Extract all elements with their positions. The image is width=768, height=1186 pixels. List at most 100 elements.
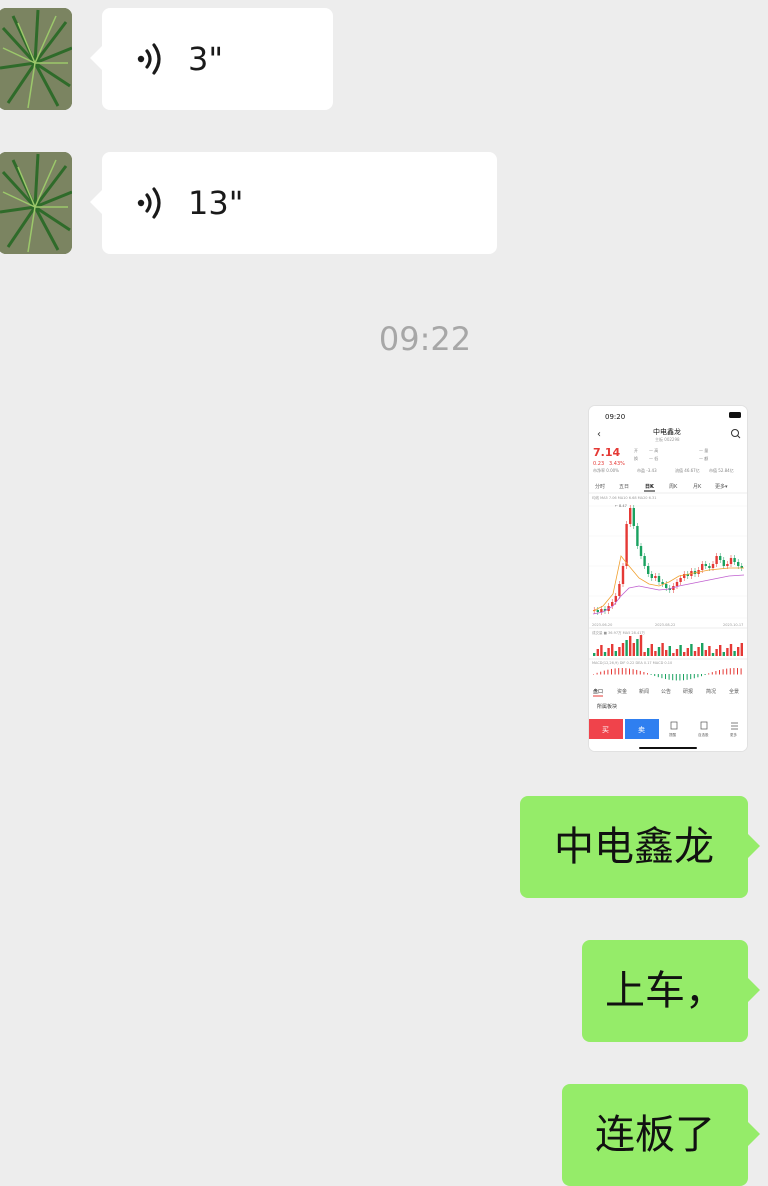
candle-body [675, 582, 679, 586]
macd-bar [632, 669, 634, 675]
volume-bar [726, 648, 729, 656]
volume-bar [715, 649, 718, 656]
sent-message-bubble[interactable]: 连板了 [562, 1084, 760, 1186]
macd-bar [639, 670, 641, 675]
svg-text:— 额: — 额 [699, 455, 708, 461]
candle-body [661, 582, 664, 584]
candle-body [596, 610, 599, 612]
stock-name: 中电鑫龙 [653, 427, 681, 436]
candle-body [600, 609, 603, 612]
macd-bar [715, 671, 717, 675]
volume-bar [675, 649, 679, 656]
macd-bar [701, 674, 702, 677]
svg-text:新闻: 新闻 [639, 688, 649, 695]
svg-text:‹: ‹ [597, 429, 601, 440]
volume-bar [740, 643, 743, 656]
macd-bar [650, 674, 652, 675]
macd-bar [740, 668, 742, 675]
macd-bar [697, 674, 699, 678]
sent-message-bubble[interactable]: 上车， [582, 940, 760, 1042]
svg-text:日K: 日K [645, 483, 655, 490]
volume-bar [600, 645, 603, 656]
macd-bar [600, 671, 602, 675]
volume-bar [621, 643, 625, 656]
volume-bar [625, 640, 628, 656]
candle-body [632, 508, 635, 526]
plant-avatar-image [0, 152, 72, 254]
volume-bar [704, 650, 707, 656]
macd-bar [665, 674, 666, 680]
macd-bar [686, 674, 688, 680]
volume-bar [639, 635, 643, 656]
volume-bar [711, 653, 715, 656]
sent-message-bubble[interactable]: 中电鑫龙 [520, 796, 760, 898]
volume-bar [654, 651, 657, 656]
svg-text:2023-08-22: 2023-08-22 [655, 623, 675, 627]
volume-bar [683, 652, 686, 656]
volume-bar [618, 647, 621, 656]
volume-bar [737, 647, 740, 656]
candle-body [650, 574, 653, 578]
volume-bar [629, 636, 632, 656]
macd-bar [593, 674, 594, 675]
voice-message-bubble[interactable]: 13" [90, 152, 497, 254]
svg-text:资金: 资金 [617, 688, 627, 695]
macd-bar [690, 674, 692, 680]
svg-text:卖: 卖 [638, 726, 645, 734]
svg-text:流值 46.67亿: 流值 46.67亿 [675, 467, 700, 473]
volume-bar [611, 644, 614, 656]
volume-bar [722, 652, 725, 656]
macd-bar [596, 672, 598, 675]
macd-bar [708, 673, 710, 675]
macd-bar [737, 668, 738, 675]
volume-bar [668, 646, 671, 656]
svg-text:五日: 五日 [619, 484, 629, 490]
candle-body [733, 558, 736, 562]
macd-bar [654, 674, 656, 677]
status-time: 09:20 [605, 413, 625, 421]
macd-bar [679, 674, 681, 681]
svg-text:— 低: — 低 [649, 455, 658, 461]
macd-bar [657, 674, 659, 678]
svg-text:市值 52.84亿: 市值 52.84亿 [709, 467, 734, 473]
volume-bar [690, 644, 693, 656]
volume-bar [686, 648, 689, 656]
macd-bar [618, 668, 620, 675]
contact-avatar[interactable] [0, 152, 72, 254]
macd-bar [722, 669, 724, 675]
svg-text:更多▾: 更多▾ [715, 483, 728, 490]
voice-message-bubble[interactable]: 3" [90, 8, 333, 110]
candle-body [647, 566, 650, 574]
svg-text:— 高: — 高 [649, 447, 658, 453]
volume-bar [733, 651, 736, 656]
svg-text:2023-10-17: 2023-10-17 [723, 623, 743, 627]
volume-bar [672, 653, 675, 656]
macd-bar [729, 668, 731, 675]
macd-bar [607, 669, 609, 675]
svg-text:MACD(12,26,9) DIF 0.22 DEA 0.1: MACD(12,26,9) DIF 0.22 DEA 0.17 MACD 0.1… [592, 661, 672, 665]
svg-text:换: 换 [634, 455, 638, 461]
candle-body [618, 584, 621, 596]
image-message-stock-screenshot[interactable]: 09:20 ‹ 中电鑫龙 主板 002298 7.14 0.23 3.43% 开… [588, 405, 748, 752]
candle-body [636, 526, 639, 546]
svg-text:— 量: — 量 [699, 447, 708, 453]
candle-body [621, 566, 625, 584]
svg-text:分时: 分时 [595, 483, 605, 490]
svg-text:提醒: 提醒 [669, 732, 677, 737]
candle-body [701, 564, 704, 570]
macd-bar [668, 674, 670, 680]
svg-text:所属板块: 所属板块 [597, 703, 617, 710]
candle-body [737, 562, 740, 566]
volume-bar [596, 649, 599, 656]
svg-text:市净率 0.00%: 市净率 0.00% [593, 467, 619, 473]
volume-bar [650, 644, 653, 656]
svg-text:月K: 月K [693, 484, 702, 490]
candle-body [719, 556, 722, 560]
svg-text:0.23: 0.23 [593, 461, 604, 467]
stock-price: 7.14 [593, 446, 620, 459]
candle-body [729, 558, 733, 564]
macd-bar [683, 674, 684, 681]
contact-avatar[interactable] [0, 8, 72, 110]
volume-bar [661, 643, 664, 656]
svg-text:公告: 公告 [661, 688, 671, 695]
